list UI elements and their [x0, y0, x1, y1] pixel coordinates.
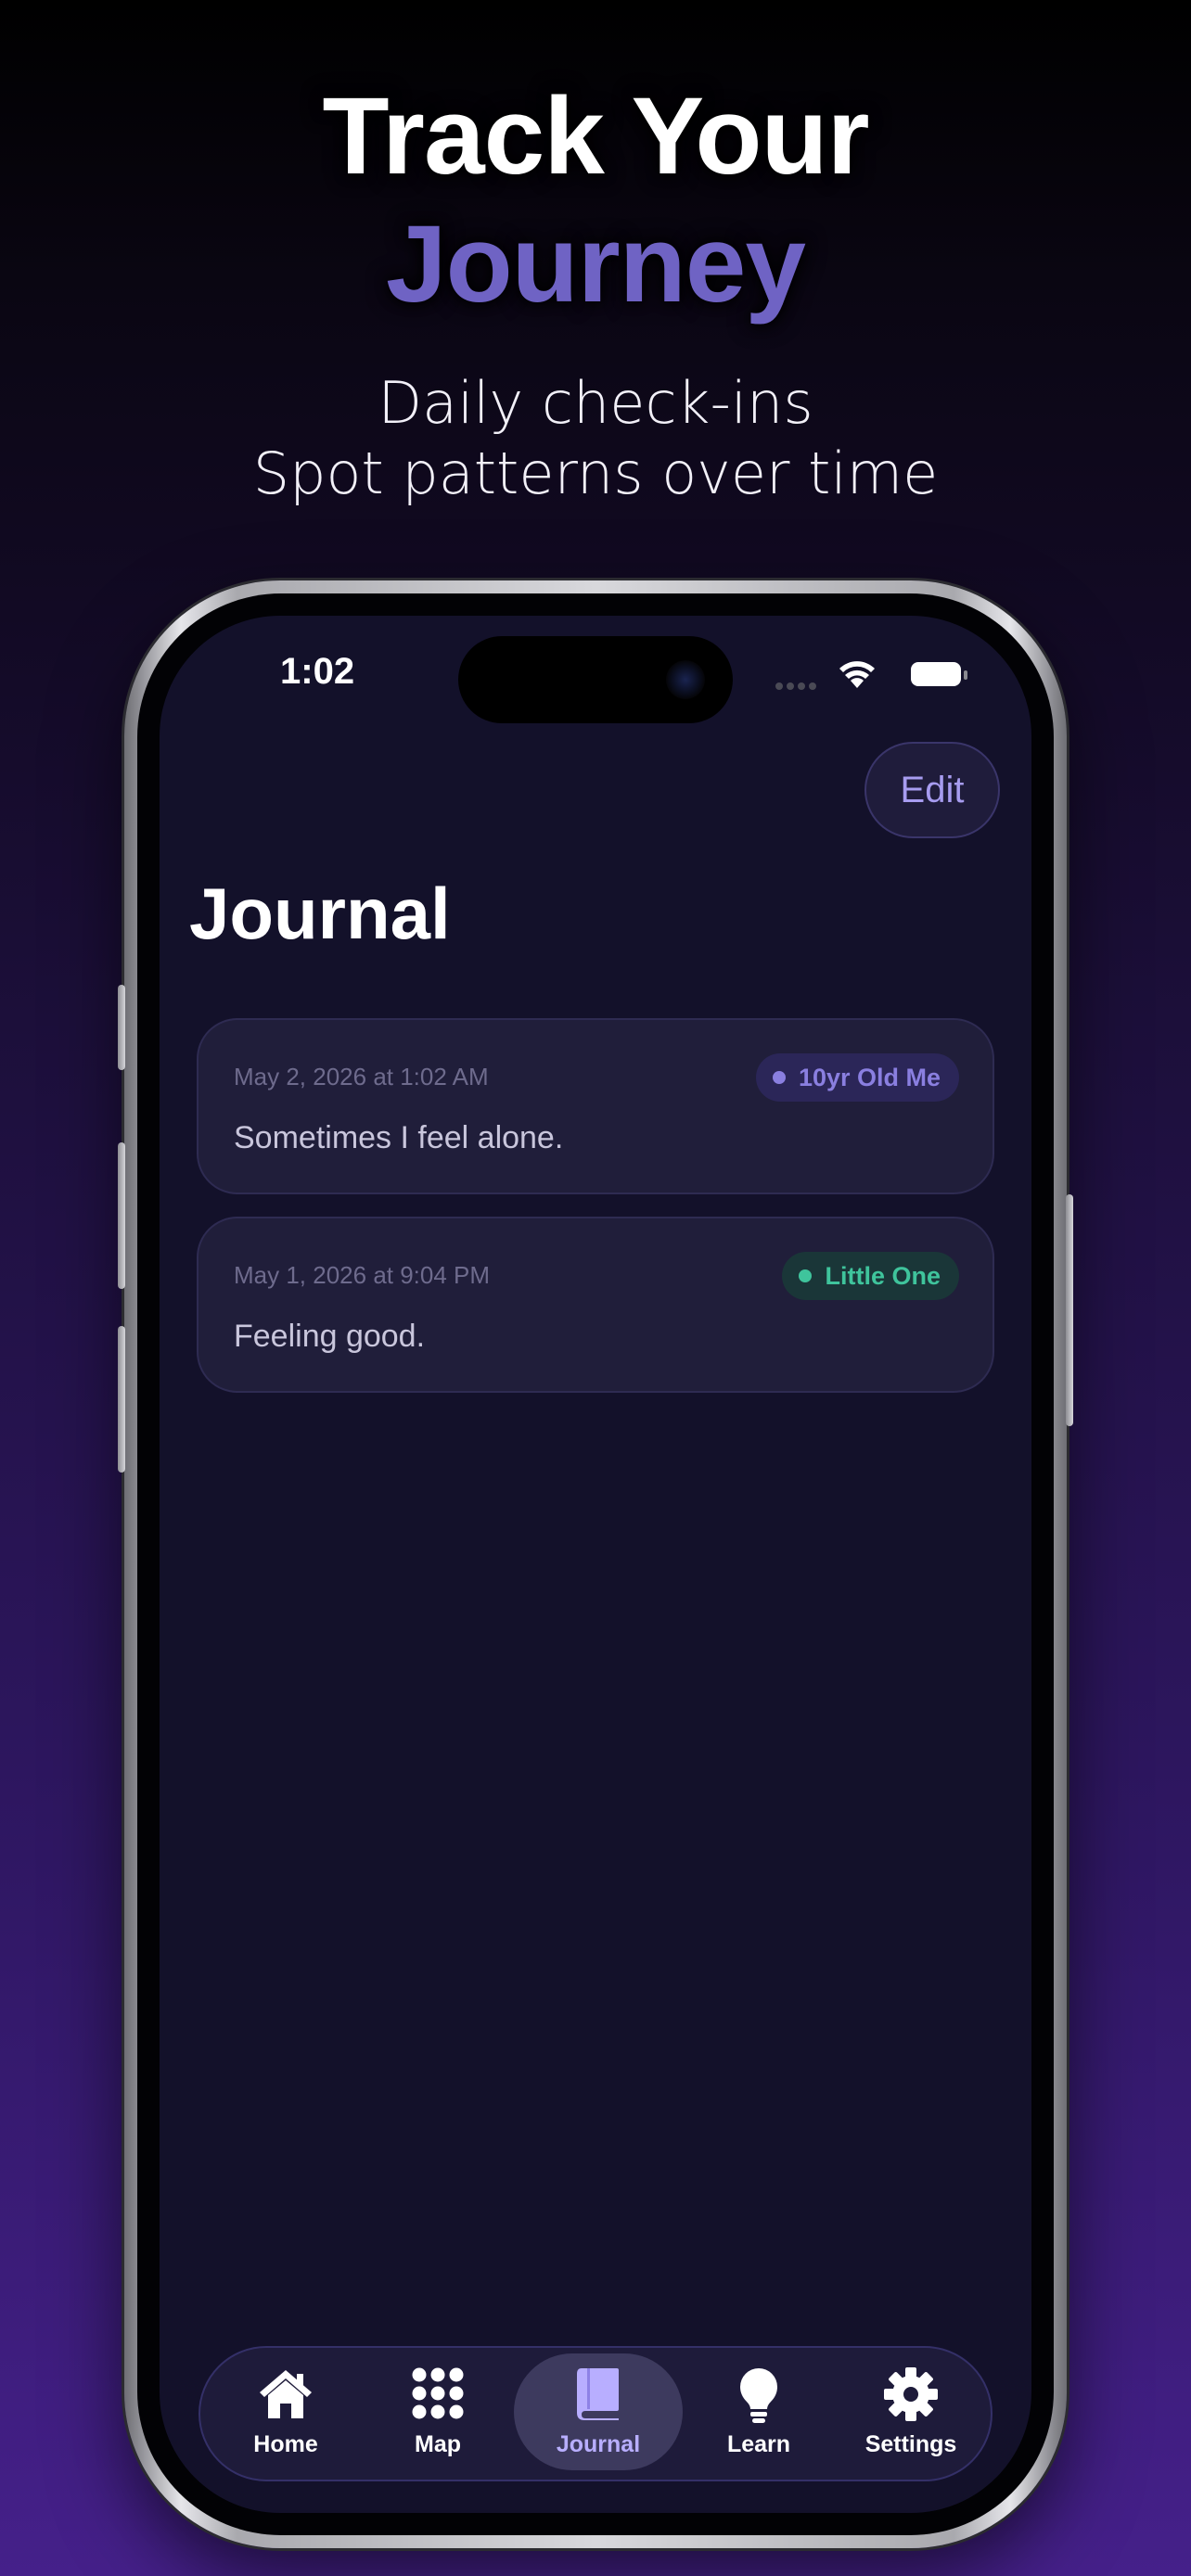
subtitle-line-1: Daily check-ins: [378, 369, 813, 437]
volume-up-button: [118, 1142, 125, 1289]
grid-dots-icon: [412, 2367, 464, 2419]
gear-icon: [884, 2367, 938, 2421]
signal-dot-icon: [809, 682, 816, 690]
power-button: [1066, 1194, 1073, 1426]
tag-dot-icon: [799, 1269, 813, 1282]
page-title: Journal: [189, 873, 451, 954]
tab-settings[interactable]: Settings: [835, 2348, 987, 2480]
status-time: 1:02: [280, 651, 355, 692]
silent-switch: [118, 985, 125, 1070]
entry-date: May 1, 2026 at 9:04 PM: [234, 1261, 491, 1289]
entry-date: May 2, 2026 at 1:02 AM: [234, 1063, 489, 1090]
tab-bar: Home Map Journal Learn Settings: [198, 2346, 992, 2481]
status-indicators: [775, 657, 967, 694]
home-icon: [260, 2370, 312, 2418]
tab-label: Map: [415, 2431, 461, 2457]
journal-entry[interactable]: May 2, 2026 at 1:02 AM 10yr Old Me Somet…: [197, 1018, 994, 1194]
signal-dot-icon: [787, 682, 794, 690]
tab-label: Journal: [556, 2431, 641, 2457]
volume-down-button: [118, 1326, 125, 1473]
dynamic-island: [458, 636, 733, 723]
wifi-icon: [839, 661, 875, 688]
subtitle-line-2: Spot patterns over time: [252, 440, 939, 507]
signal-dot-icon: [798, 682, 805, 690]
edit-button[interactable]: Edit: [864, 742, 1000, 838]
entry-tag[interactable]: Little One: [782, 1252, 959, 1300]
tab-learn[interactable]: Learn: [683, 2348, 835, 2480]
tab-label: Settings: [864, 2431, 957, 2457]
entry-tag-label: 10yr Old Me: [798, 1063, 941, 1091]
book-icon: [577, 2368, 619, 2420]
entry-text: Feeling good.: [234, 1319, 426, 1354]
headline-line-1: Track Your: [322, 75, 869, 198]
lightbulb-icon: [740, 2368, 777, 2423]
battery-icon: [911, 662, 961, 686]
tab-map[interactable]: Map: [362, 2348, 514, 2480]
camera-icon: [666, 660, 705, 699]
tab-home[interactable]: Home: [210, 2348, 362, 2480]
entry-text: Sometimes I feel alone.: [234, 1120, 564, 1155]
headline-line-2: Journey: [385, 203, 806, 325]
entry-tag-label: Little One: [825, 1261, 941, 1290]
phone-screen: 1:02 Edit Journal May 2, 2026 at 1:02 AM…: [160, 616, 1031, 2513]
battery-tip: [964, 670, 967, 680]
signal-dot-icon: [775, 682, 783, 690]
entry-tag[interactable]: 10yr Old Me: [755, 1053, 959, 1102]
tab-journal[interactable]: Journal: [510, 2348, 686, 2480]
tag-dot-icon: [772, 1071, 786, 1084]
journal-entry[interactable]: May 1, 2026 at 9:04 PM Little One Feelin…: [197, 1217, 994, 1393]
tab-label: Home: [253, 2431, 318, 2457]
tab-label: Learn: [726, 2431, 791, 2457]
